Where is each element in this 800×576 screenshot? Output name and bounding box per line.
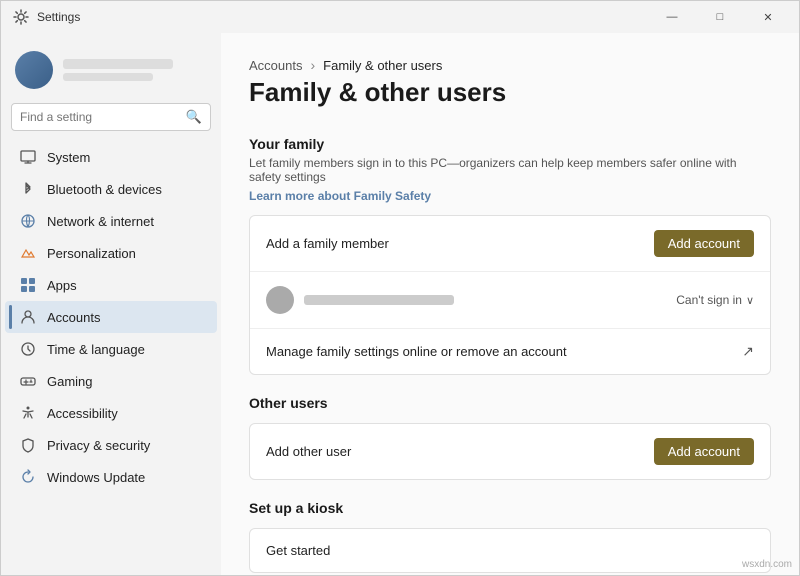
sidebar-item-apps-label: Apps	[47, 278, 77, 293]
sidebar-item-accounts-label: Accounts	[47, 310, 100, 325]
family-account-info	[266, 286, 454, 314]
add-family-button[interactable]: Add account	[654, 230, 754, 257]
cant-sign-in-dropdown[interactable]: Can't sign in ∨	[676, 293, 754, 307]
learn-more-link[interactable]: Learn more about Family Safety	[249, 189, 431, 203]
chevron-down-icon: ∨	[746, 294, 754, 307]
your-family-title: Your family	[249, 136, 771, 152]
window-title: Settings	[37, 10, 80, 24]
other-users-title: Other users	[249, 395, 771, 411]
sidebar-item-network[interactable]: Network & internet	[5, 205, 217, 237]
sidebar-profile	[1, 41, 221, 103]
minimize-button[interactable]: —	[649, 1, 695, 33]
add-other-user-label: Add other user	[266, 444, 351, 459]
sidebar-item-network-label: Network & internet	[47, 214, 154, 229]
kiosk-card: Get started	[249, 528, 771, 573]
family-account-row: Can't sign in ∨	[250, 272, 770, 329]
system-icon	[19, 148, 37, 166]
external-link-icon: ↗	[742, 343, 754, 360]
manage-family-label: Manage family settings online or remove …	[266, 344, 567, 359]
family-account-avatar	[266, 286, 294, 314]
sidebar-item-bluetooth-label: Bluetooth & devices	[47, 182, 162, 197]
sidebar-item-system-label: System	[47, 150, 90, 165]
page-title: Family & other users	[249, 77, 506, 108]
bluetooth-icon	[19, 180, 37, 198]
avatar	[15, 51, 53, 89]
personalization-icon	[19, 244, 37, 262]
get-started-row[interactable]: Get started	[250, 529, 770, 572]
sidebar-item-time-label: Time & language	[47, 342, 145, 357]
sidebar-item-privacy-label: Privacy & security	[47, 438, 150, 453]
other-users-card: Add other user Add account	[249, 423, 771, 480]
profile-name	[63, 59, 173, 69]
privacy-icon	[19, 436, 37, 454]
sidebar-item-privacy[interactable]: Privacy & security	[5, 429, 217, 461]
breadcrumb: Accounts › Family & other users	[249, 57, 771, 73]
update-icon	[19, 468, 37, 486]
time-icon	[19, 340, 37, 358]
sidebar-item-accessibility[interactable]: Accessibility	[5, 397, 217, 429]
maximize-button[interactable]: □	[697, 1, 743, 33]
settings-window: Settings — □ ✕ 🔍	[0, 0, 800, 576]
search-icon: 🔍	[186, 109, 202, 125]
apps-icon	[19, 276, 37, 294]
cant-sign-in-label: Can't sign in	[676, 293, 742, 307]
add-family-row: Add a family member Add account	[250, 216, 770, 272]
sidebar-item-accounts[interactable]: Accounts	[5, 301, 217, 333]
add-other-user-row: Add other user Add account	[250, 424, 770, 479]
breadcrumb-section[interactable]: Accounts	[249, 58, 302, 73]
kiosk-title: Set up a kiosk	[249, 500, 771, 516]
sidebar-item-gaming-label: Gaming	[47, 374, 93, 389]
sidebar-item-apps[interactable]: Apps	[5, 269, 217, 301]
family-account-email	[304, 295, 454, 305]
manage-family-row[interactable]: Manage family settings online or remove …	[250, 329, 770, 374]
family-card: Add a family member Add account Can't si…	[249, 215, 771, 375]
main-content: Accounts › Family & other users Family &…	[221, 33, 799, 575]
sidebar-item-update[interactable]: Windows Update	[5, 461, 217, 493]
accounts-icon	[19, 308, 37, 326]
profile-info	[63, 59, 173, 81]
gaming-icon	[19, 372, 37, 390]
window-controls: — □ ✕	[649, 1, 791, 33]
title-bar-left: Settings	[13, 9, 80, 25]
breadcrumb-page: Family & other users	[323, 58, 442, 73]
breadcrumb-separator: ›	[310, 57, 315, 73]
sidebar-item-bluetooth[interactable]: Bluetooth & devices	[5, 173, 217, 205]
accessibility-icon	[19, 404, 37, 422]
sidebar-item-personalization[interactable]: Personalization	[5, 237, 217, 269]
sidebar-item-system[interactable]: System	[5, 141, 217, 173]
your-family-section: Your family Let family members sign in t…	[249, 136, 771, 203]
watermark: wsxdn.com	[742, 559, 792, 570]
sidebar: 🔍 System Bluetooth & devices	[1, 33, 221, 575]
sidebar-item-personalization-label: Personalization	[47, 246, 136, 261]
network-icon	[19, 212, 37, 230]
add-family-label: Add a family member	[266, 236, 389, 251]
profile-email	[63, 73, 153, 81]
sidebar-item-update-label: Windows Update	[47, 470, 145, 485]
sidebar-item-accessibility-label: Accessibility	[47, 406, 118, 421]
title-bar: Settings — □ ✕	[1, 1, 799, 33]
search-box[interactable]: 🔍	[11, 103, 211, 131]
sidebar-item-gaming[interactable]: Gaming	[5, 365, 217, 397]
your-family-description: Let family members sign in to this PC—or…	[249, 156, 771, 184]
add-other-user-button[interactable]: Add account	[654, 438, 754, 465]
close-button[interactable]: ✕	[745, 1, 791, 33]
window-content: 🔍 System Bluetooth & devices	[1, 33, 799, 575]
get-started-label: Get started	[266, 543, 330, 558]
settings-app-icon	[13, 9, 29, 25]
sidebar-item-time[interactable]: Time & language	[5, 333, 217, 365]
search-input[interactable]	[20, 110, 180, 124]
